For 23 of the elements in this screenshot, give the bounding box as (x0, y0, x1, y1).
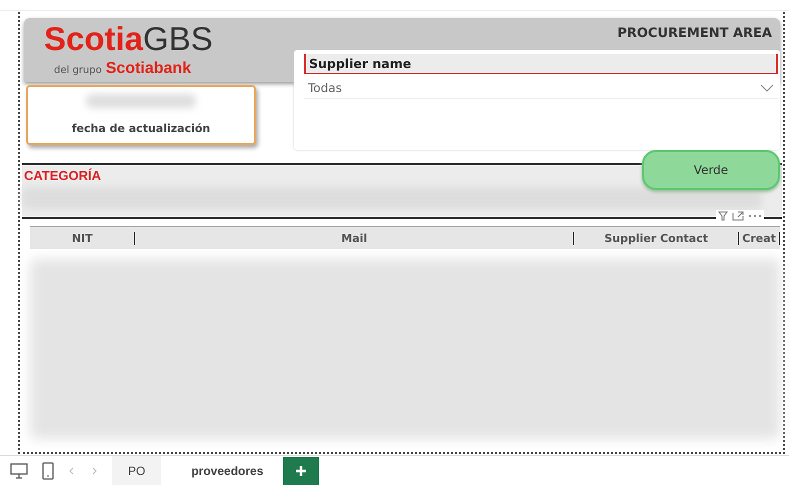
column-header[interactable]: Mail (135, 232, 574, 244)
filter-icon[interactable] (718, 211, 728, 221)
more-icon[interactable] (748, 214, 762, 218)
logo-brand: Scotia (44, 20, 144, 57)
desktop-icon[interactable] (10, 462, 28, 478)
slicer-title: Supplier name (304, 54, 778, 74)
focus-icon[interactable] (732, 211, 744, 221)
chevron-down-icon (760, 84, 774, 92)
column-header[interactable]: Creat (739, 232, 780, 244)
phone-icon[interactable] (42, 462, 54, 480)
page-tab[interactable]: PO (112, 456, 162, 485)
logo-bank: Scotiabank (106, 60, 192, 77)
plus-icon (295, 464, 308, 476)
category-title: CATEGORÍA (24, 168, 102, 183)
verde-button[interactable]: Verde (642, 150, 780, 190)
date-label: fecha de actualización (72, 122, 210, 135)
logo-suffix: GBS (143, 20, 213, 57)
column-header[interactable]: Supplier Contact (574, 232, 740, 244)
add-page-button[interactable] (283, 456, 320, 484)
slicer-dropdown[interactable]: Todas (304, 78, 778, 99)
logo-tagline: del grupo (54, 65, 102, 76)
area-title: PROCUREMENT AREA (617, 25, 773, 41)
column-header[interactable]: NIT (30, 232, 136, 244)
